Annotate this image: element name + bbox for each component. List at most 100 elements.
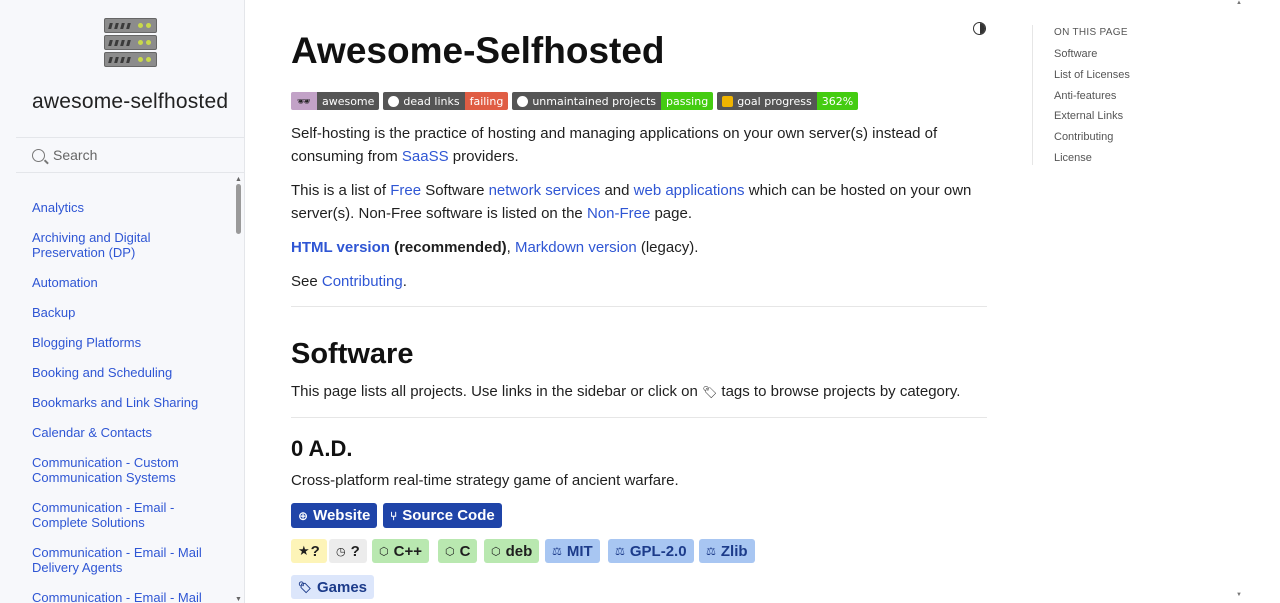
- toc-item-software[interactable]: Software: [1054, 48, 1130, 61]
- sidebar-scrollbar[interactable]: ▲ ▼: [235, 176, 242, 603]
- toc-item-anti-features[interactable]: Anti-features: [1054, 90, 1130, 103]
- sidebar-item-automation[interactable]: Automation: [32, 275, 227, 290]
- sidebar-item-bookmarks[interactable]: Bookmarks and Link Sharing: [32, 395, 227, 410]
- stars-tag[interactable]: ★?: [291, 539, 327, 563]
- page-scroll-up-icon[interactable]: ▲: [1236, 0, 1242, 6]
- website-button[interactable]: ⊕ Website: [291, 503, 378, 528]
- toc-item-license[interactable]: License: [1054, 152, 1130, 165]
- markdown-version-link[interactable]: Markdown version: [515, 239, 637, 256]
- sidebar-item-analytics[interactable]: Analytics: [32, 200, 227, 215]
- scroll-up-icon[interactable]: ▲: [235, 176, 242, 183]
- sidebar-item-email-complete[interactable]: Communication - Email - Complete Solutio…: [32, 500, 227, 530]
- license-tag[interactable]: ⚖ GPL-2.0: [608, 539, 694, 563]
- platform-tag[interactable]: ⬡ deb: [484, 539, 540, 563]
- intro-paragraph-2: This is a list of Free Software network …: [291, 179, 987, 225]
- contributing-link[interactable]: Contributing: [322, 273, 403, 290]
- intro-paragraph-3: HTML version (recommended), Markdown ver…: [291, 236, 987, 259]
- github-icon: [517, 95, 529, 107]
- category-tag[interactable]: 🏷 Games: [291, 575, 375, 599]
- software-description: This page lists all projects. Use links …: [291, 380, 987, 404]
- text: page.: [650, 205, 693, 222]
- tag-label: ?: [350, 542, 360, 560]
- badge-label: unmaintained projects: [532, 94, 656, 108]
- html-version-link[interactable]: HTML version: [291, 239, 390, 256]
- non-free-link[interactable]: Non-Free: [587, 205, 650, 222]
- text: (legacy).: [636, 239, 699, 256]
- tag-label: MIT: [566, 542, 593, 560]
- awesome-badge[interactable]: 🕶 awesome: [291, 92, 380, 110]
- free-link[interactable]: Free: [390, 182, 421, 199]
- tag-label: Zlib: [720, 542, 748, 560]
- table-of-contents: ON THIS PAGE Software List of Licenses A…: [1032, 25, 1130, 165]
- liberapay-icon: [722, 95, 734, 107]
- tag-icon: 🏷: [298, 581, 312, 594]
- theme-toggle-icon[interactable]: [973, 22, 986, 35]
- text: tags to browse projects by category.: [717, 383, 961, 400]
- button-label: Website: [313, 507, 371, 524]
- sidebar-item-booking[interactable]: Booking and Scheduling: [32, 365, 227, 380]
- tag-label: deb: [505, 542, 533, 560]
- sidebar-item-email-mail[interactable]: Communication - Email - Mail: [32, 590, 227, 603]
- sidebar-item-communication-custom[interactable]: Communication - Custom Communication Sys…: [32, 455, 227, 485]
- text: This page lists all projects. Use links …: [291, 383, 703, 400]
- page-scroll-down-icon[interactable]: ▼: [1236, 592, 1242, 598]
- toc-heading: ON THIS PAGE: [1054, 27, 1128, 38]
- text: and: [600, 182, 634, 199]
- server-rack-logo[interactable]: [104, 18, 157, 69]
- sidebar: awesome-selfhosted Search ▲ ▼ Analytics …: [0, 0, 245, 603]
- text: Software: [421, 182, 489, 199]
- language-tag[interactable]: ⬡ C++: [372, 539, 429, 563]
- divider: [291, 417, 987, 418]
- clock-icon: ◷: [336, 545, 346, 558]
- language-tag[interactable]: ⬡ C: [438, 539, 478, 563]
- tag-icon: 🏷: [702, 385, 718, 399]
- toc-item-external-links[interactable]: External Links: [1054, 110, 1130, 123]
- badge-status: 362%: [816, 92, 859, 110]
- tag-label: C++: [393, 542, 422, 560]
- scale-icon: ⚖: [706, 545, 716, 558]
- scroll-thumb[interactable]: [236, 184, 241, 234]
- sidebar-item-calendar[interactable]: Calendar & Contacts: [32, 425, 227, 440]
- scale-icon: ⚖: [615, 545, 625, 558]
- badge-label: awesome: [316, 92, 380, 110]
- license-tag[interactable]: ⚖ MIT: [545, 539, 600, 563]
- last-update-tag[interactable]: ◷?: [329, 539, 367, 563]
- globe-icon: ⊕: [298, 508, 309, 523]
- cube-icon: ⬡: [445, 545, 455, 558]
- sidebar-item-email-mda[interactable]: Communication - Email - Mail Delivery Ag…: [32, 545, 227, 575]
- site-title[interactable]: awesome-selfhosted: [32, 90, 228, 114]
- source-code-button[interactable]: ⑂ Source Code: [383, 503, 502, 528]
- badge-status: passing: [661, 92, 714, 110]
- intro-paragraph-4: See Contributing.: [291, 270, 987, 293]
- text: ,: [506, 239, 515, 256]
- git-branch-icon: ⑂: [390, 508, 398, 523]
- sidebar-item-archiving[interactable]: Archiving and Digital Preservation (DP): [32, 230, 227, 260]
- page-title: Awesome-Selfhosted: [291, 30, 665, 71]
- sidebar-item-blogging[interactable]: Blogging Platforms: [32, 335, 227, 350]
- project-description: Cross-platform real-time strategy game o…: [291, 472, 679, 489]
- license-tag[interactable]: ⚖ Zlib: [699, 539, 755, 563]
- toc-item-contributing[interactable]: Contributing: [1054, 131, 1130, 144]
- recommended-text: (recommended): [389, 239, 507, 256]
- saass-link[interactable]: SaaSS: [402, 148, 449, 165]
- badge-label: goal progress: [737, 94, 812, 108]
- cube-icon: ⬡: [491, 545, 501, 558]
- search-input[interactable]: Search: [16, 137, 244, 173]
- toc-item-licenses[interactable]: List of Licenses: [1054, 69, 1130, 82]
- scale-icon: ⚖: [552, 545, 562, 558]
- web-applications-link[interactable]: web applications: [634, 182, 745, 199]
- network-services-link[interactable]: network services: [489, 182, 601, 199]
- sidebar-item-backup[interactable]: Backup: [32, 305, 227, 320]
- tag-label: GPL-2.0: [629, 542, 687, 560]
- goal-progress-badge[interactable]: goal progress 362%: [717, 92, 859, 110]
- badge-label: dead links: [403, 94, 460, 108]
- sunglasses-icon: 🕶: [291, 92, 317, 110]
- scroll-down-icon[interactable]: ▼: [235, 596, 242, 603]
- text: See: [291, 273, 322, 290]
- button-label: Source Code: [402, 507, 495, 524]
- divider: [291, 306, 987, 307]
- search-placeholder: Search: [53, 147, 98, 163]
- unmaintained-badge[interactable]: unmaintained projects passing: [512, 92, 714, 110]
- tag-label: Games: [316, 578, 368, 596]
- dead-links-badge[interactable]: dead links failing: [383, 92, 509, 110]
